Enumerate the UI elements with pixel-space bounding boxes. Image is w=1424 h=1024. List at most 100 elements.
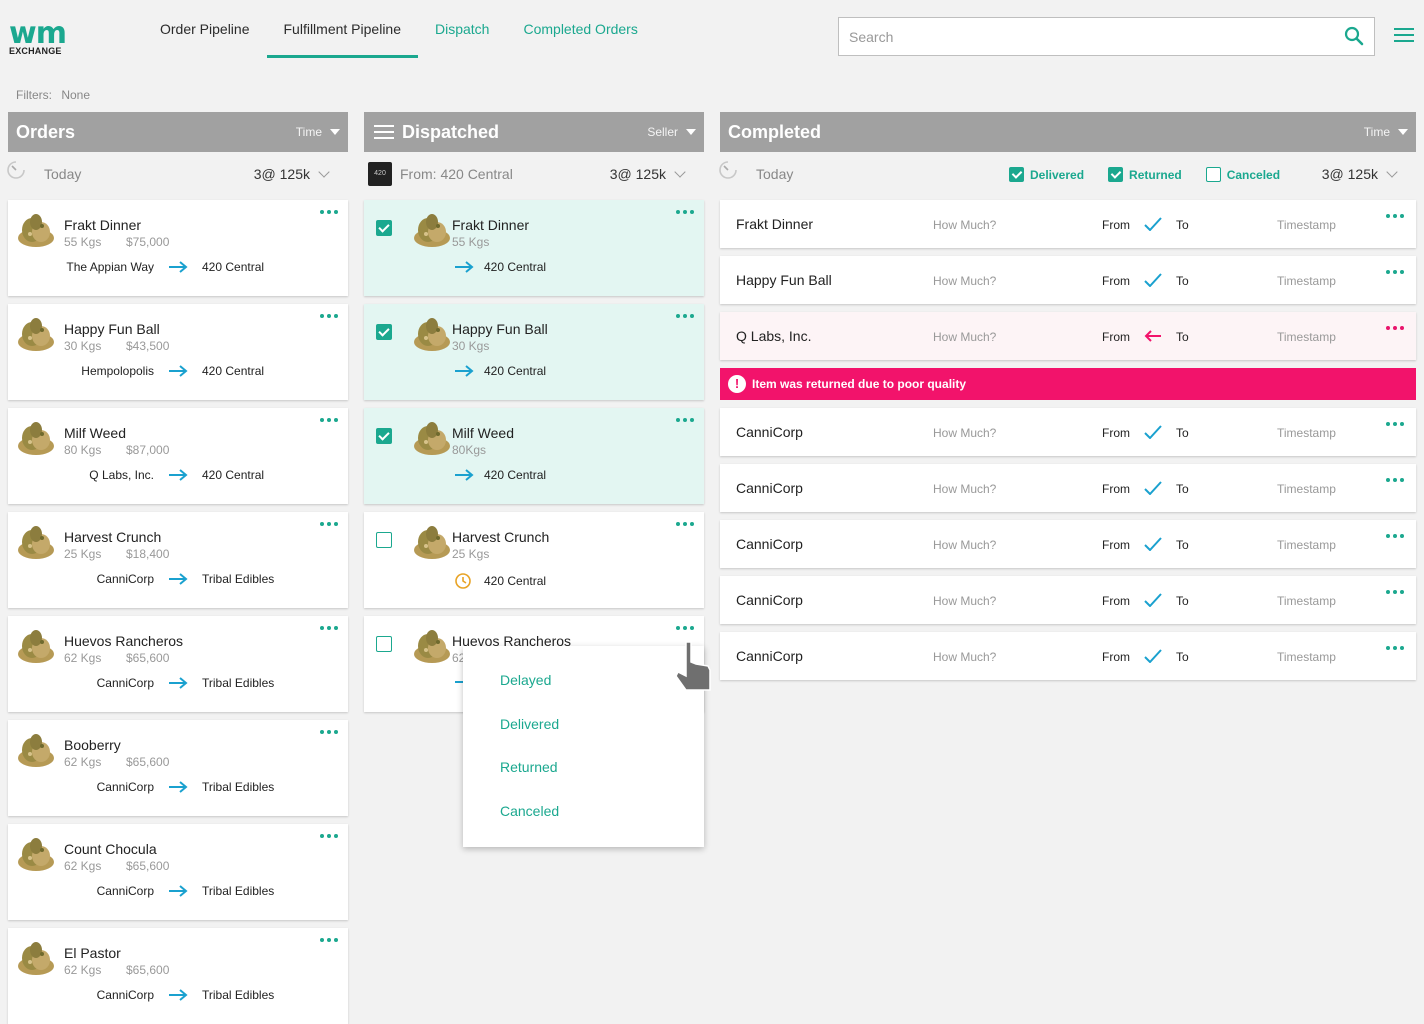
filters-value[interactable]: None bbox=[61, 88, 90, 102]
more-options-icon[interactable] bbox=[676, 314, 696, 318]
more-options-icon[interactable] bbox=[1386, 326, 1404, 330]
more-options-icon[interactable] bbox=[1386, 646, 1404, 650]
search-icon[interactable] bbox=[1344, 26, 1364, 46]
dispatch-select-checkbox[interactable] bbox=[376, 220, 392, 236]
tab-order-pipeline[interactable]: Order Pipeline bbox=[143, 0, 267, 58]
dispatched-group-header[interactable]: 420 From: 420 Central 3@ 125k bbox=[364, 152, 704, 196]
completed-row[interactable]: Q Labs, Inc. How Much? From To Timestamp bbox=[720, 312, 1416, 360]
order-card[interactable]: El Pastor 62 Kgs $65,600 CanniCorp Tribal Ed… bbox=[8, 928, 348, 1024]
tab-dispatch[interactable]: Dispatch bbox=[418, 0, 506, 58]
list-menu-icon[interactable] bbox=[374, 125, 394, 139]
order-more-button[interactable] bbox=[320, 418, 340, 428]
filter-delivered-checkbox[interactable] bbox=[1009, 167, 1024, 182]
completed-group-header[interactable]: Today Delivered Returned Canceled 3@ 125… bbox=[719, 152, 1416, 196]
order-card[interactable]: Booberry 62 Kgs $65,600 CanniCorp Tribal Edi… bbox=[8, 720, 348, 816]
more-options-icon[interactable] bbox=[320, 418, 340, 422]
dispatch-more-button[interactable] bbox=[676, 418, 696, 428]
dispatch-more-button[interactable] bbox=[676, 626, 696, 636]
order-more-button[interactable] bbox=[320, 210, 340, 220]
order-card[interactable]: Huevos Rancheros 62 Kgs $65,600 CanniCorp Tr… bbox=[8, 616, 348, 712]
arrow-right-icon bbox=[169, 677, 188, 689]
dispatch-weight: 25 Kgs bbox=[452, 547, 490, 561]
completed-more-button[interactable] bbox=[1386, 422, 1404, 426]
filter-canceled-checkbox[interactable] bbox=[1205, 167, 1221, 182]
wm-exchange-logo[interactable]: wm EXCHANGE bbox=[9, 19, 67, 57]
tab-fulfillment-pipeline[interactable]: Fulfillment Pipeline bbox=[266, 0, 419, 58]
more-options-icon[interactable] bbox=[676, 522, 696, 526]
dispatched-card[interactable]: Milf Weed 80Kgs 420 Central bbox=[364, 408, 704, 504]
order-more-button[interactable] bbox=[320, 626, 340, 636]
more-options-icon[interactable] bbox=[676, 418, 696, 422]
status-option-delivered[interactable]: Delivered bbox=[500, 716, 559, 732]
dispatch-more-button[interactable] bbox=[676, 522, 696, 532]
order-card[interactable]: Milf Weed 80 Kgs $87,000 Q Labs, Inc. 420 Ce… bbox=[8, 408, 348, 504]
filter-returned[interactable]: Returned bbox=[1108, 167, 1182, 182]
order-more-button[interactable] bbox=[320, 834, 340, 844]
orders-group-header[interactable]: Today 3@ 125k bbox=[7, 152, 348, 196]
more-options-icon[interactable] bbox=[1386, 534, 1404, 538]
chevron-down-icon[interactable] bbox=[318, 165, 330, 178]
completed-sort-dropdown[interactable]: Time bbox=[1364, 125, 1408, 139]
status-option-canceled[interactable]: Canceled bbox=[500, 803, 559, 819]
filter-returned-checkbox[interactable] bbox=[1108, 167, 1124, 182]
order-more-button[interactable] bbox=[320, 522, 340, 532]
status-option-returned[interactable]: Returned bbox=[500, 759, 558, 775]
more-options-icon[interactable] bbox=[320, 314, 340, 318]
more-options-icon[interactable] bbox=[320, 834, 340, 838]
chevron-down-icon[interactable] bbox=[674, 165, 686, 178]
completed-more-button[interactable] bbox=[1386, 534, 1404, 538]
completed-row[interactable]: CanniCorp How Much? From To Timestamp bbox=[720, 520, 1416, 568]
order-card[interactable]: Happy Fun Ball 30 Kgs $43,500 Hempolopolis 4… bbox=[8, 304, 348, 400]
completed-more-button[interactable] bbox=[1386, 478, 1404, 482]
order-more-button[interactable] bbox=[320, 314, 340, 324]
completed-more-button[interactable] bbox=[1386, 270, 1404, 274]
dispatch-select-checkbox[interactable] bbox=[376, 324, 392, 340]
completed-more-button[interactable] bbox=[1386, 326, 1404, 330]
dispatch-select-checkbox[interactable] bbox=[376, 532, 392, 548]
completed-row[interactable]: CanniCorp How Much? From To Timestamp bbox=[720, 464, 1416, 512]
order-card[interactable]: Count Chocula 62 Kgs $65,600 CanniCorp Triba… bbox=[8, 824, 348, 920]
more-options-icon[interactable] bbox=[1386, 422, 1404, 426]
order-more-button[interactable] bbox=[320, 730, 340, 740]
route-to: Tribal Edibles bbox=[202, 780, 275, 794]
status-option-delayed[interactable]: Delayed bbox=[500, 672, 551, 688]
order-more-button[interactable] bbox=[320, 938, 340, 948]
more-options-icon[interactable] bbox=[676, 210, 696, 214]
filter-delivered[interactable]: Delivered bbox=[1009, 167, 1084, 182]
dispatch-select-checkbox[interactable] bbox=[376, 428, 392, 444]
more-options-icon[interactable] bbox=[320, 522, 340, 526]
more-options-icon[interactable] bbox=[1386, 214, 1404, 218]
dispatch-more-button[interactable] bbox=[676, 314, 696, 324]
completed-more-button[interactable] bbox=[1386, 590, 1404, 594]
completed-row[interactable]: CanniCorp How Much? From To Timestamp bbox=[720, 408, 1416, 456]
completed-row[interactable]: Frakt Dinner How Much? From To Timestamp bbox=[720, 200, 1416, 248]
more-options-icon[interactable] bbox=[1386, 590, 1404, 594]
dispatched-card[interactable]: Frakt Dinner 55 Kgs 420 Central bbox=[364, 200, 704, 296]
dispatched-card[interactable]: Harvest Crunch 25 Kgs 420 Central bbox=[364, 512, 704, 608]
chevron-down-icon[interactable] bbox=[1386, 165, 1398, 178]
completed-more-button[interactable] bbox=[1386, 646, 1404, 650]
order-card[interactable]: Frakt Dinner 55 Kgs $75,000 The Appian Way 4… bbox=[8, 200, 348, 296]
completed-row[interactable]: CanniCorp How Much? From To Timestamp bbox=[720, 632, 1416, 680]
filter-canceled[interactable]: Canceled bbox=[1205, 167, 1280, 182]
tab-completed-orders[interactable]: Completed Orders bbox=[506, 0, 654, 58]
more-options-icon[interactable] bbox=[320, 730, 340, 734]
more-options-icon[interactable] bbox=[1386, 270, 1404, 274]
dispatched-sort-dropdown[interactable]: Seller bbox=[647, 125, 696, 139]
dispatched-card[interactable]: Happy Fun Ball 30 Kgs 420 Central bbox=[364, 304, 704, 400]
hamburger-menu-icon[interactable] bbox=[1394, 27, 1414, 43]
search-input[interactable] bbox=[839, 18, 1319, 55]
completed-row[interactable]: Happy Fun Ball How Much? From To Timestamp bbox=[720, 256, 1416, 304]
route-from: CanniCorp bbox=[96, 988, 154, 1002]
more-options-icon[interactable] bbox=[1386, 478, 1404, 482]
more-options-icon[interactable] bbox=[676, 626, 696, 630]
more-options-icon[interactable] bbox=[320, 626, 340, 630]
more-options-icon[interactable] bbox=[320, 938, 340, 942]
order-card[interactable]: Harvest Crunch 25 Kgs $18,400 CanniCorp Trib… bbox=[8, 512, 348, 608]
dispatch-select-checkbox[interactable] bbox=[376, 636, 392, 652]
more-options-icon[interactable] bbox=[320, 210, 340, 214]
dispatch-more-button[interactable] bbox=[676, 210, 696, 220]
orders-sort-dropdown[interactable]: Time bbox=[296, 125, 340, 139]
completed-row[interactable]: CanniCorp How Much? From To Timestamp bbox=[720, 576, 1416, 624]
completed-more-button[interactable] bbox=[1386, 214, 1404, 218]
